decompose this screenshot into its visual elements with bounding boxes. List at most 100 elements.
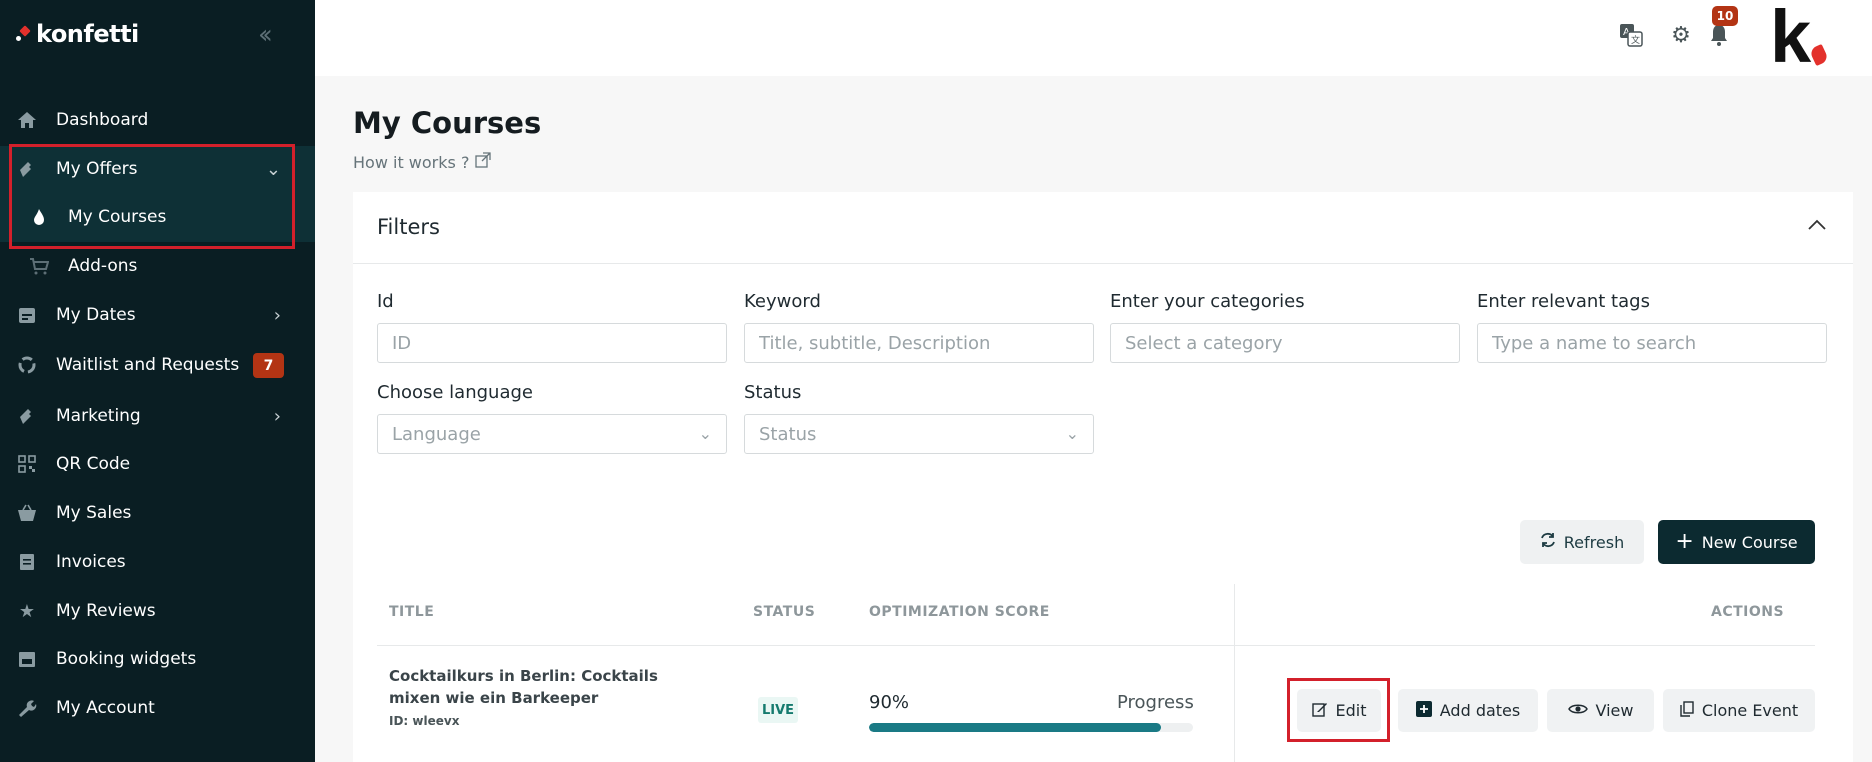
sidebar: konfetti ‹‹ Dashboard My Offers ⌄ My Cou… xyxy=(0,0,315,762)
column-header-title: TITLE xyxy=(389,604,435,620)
refresh-button[interactable]: Refresh xyxy=(1520,520,1644,564)
sidebar-item-booking-widgets[interactable]: Booking widgets xyxy=(0,637,315,681)
sidebar-item-qr-code[interactable]: QR Code xyxy=(0,442,315,486)
language-select-value: Language xyxy=(392,423,481,445)
konfetti-logo[interactable]: konfetti xyxy=(16,20,139,48)
language-select[interactable]: Language ⌄ xyxy=(377,414,727,454)
cart-icon xyxy=(28,255,50,277)
view-label: View xyxy=(1595,701,1634,720)
categories-label: Enter your categories xyxy=(1110,291,1305,312)
sidebar-item-label: QR Code xyxy=(56,454,131,474)
sidebar-item-label: Dashboard xyxy=(56,110,149,130)
sidebar-item-label: My Courses xyxy=(68,207,167,227)
eye-icon xyxy=(1567,701,1588,720)
column-divider xyxy=(1234,584,1235,762)
translate-icon[interactable]: A文 xyxy=(1618,22,1644,48)
view-button[interactable]: View xyxy=(1547,689,1654,732)
plus-icon: + xyxy=(1675,529,1694,554)
sidebar-item-my-reviews[interactable]: ★ My Reviews xyxy=(0,589,315,633)
status-badge: LIVE xyxy=(758,697,798,723)
status-select-value: Status xyxy=(759,423,817,445)
edit-button[interactable]: Edit xyxy=(1297,689,1381,732)
filters-title: Filters xyxy=(377,215,440,239)
chevron-down-icon: ⌄ xyxy=(698,424,712,443)
invoice-icon xyxy=(16,551,38,573)
sidebar-item-waitlist[interactable]: Waitlist and Requests 7 xyxy=(0,343,315,387)
categories-input[interactable] xyxy=(1110,323,1460,363)
status-label: Status xyxy=(744,382,802,403)
id-label: Id xyxy=(377,291,394,312)
waitlist-count-badge: 7 xyxy=(253,353,284,378)
sidebar-item-my-dates[interactable]: My Dates › xyxy=(0,293,315,337)
add-dates-label: Add dates xyxy=(1439,701,1521,720)
sidebar-item-dashboard[interactable]: Dashboard xyxy=(0,98,315,142)
sidebar-item-invoices[interactable]: Invoices xyxy=(0,540,315,584)
status-select[interactable]: Status ⌄ xyxy=(744,414,1094,454)
language-label: Choose language xyxy=(377,382,533,403)
external-link-icon xyxy=(475,152,492,172)
collapse-sidebar-icon[interactable]: ‹‹ xyxy=(258,20,273,50)
tags-input[interactable] xyxy=(1477,323,1827,363)
how-it-works-link[interactable]: How it works ? xyxy=(353,152,492,172)
sidebar-item-my-sales[interactable]: My Sales xyxy=(0,491,315,535)
calendar-icon xyxy=(16,304,38,326)
sidebar-item-label: Waitlist and Requests xyxy=(56,355,240,375)
flame-icon xyxy=(28,206,50,228)
keyword-input[interactable] xyxy=(744,323,1094,363)
sidebar-item-my-courses[interactable]: My Courses xyxy=(0,195,315,239)
home-icon xyxy=(16,109,38,131)
keyword-label: Keyword xyxy=(744,291,821,312)
basket-icon xyxy=(16,502,38,524)
column-header-score: OPTIMIZATION SCORE xyxy=(869,604,1050,620)
sidebar-item-label: My Sales xyxy=(56,503,132,523)
gear-icon[interactable]: ⚙ xyxy=(1668,22,1694,48)
optimization-score-value: 90% xyxy=(869,692,910,713)
sidebar-item-label: My Reviews xyxy=(56,601,156,621)
chevron-up-icon[interactable] xyxy=(1808,215,1826,236)
edit-icon xyxy=(1311,701,1328,721)
wrench-icon xyxy=(16,697,38,719)
star-icon: ★ xyxy=(18,600,36,622)
widget-icon xyxy=(16,648,38,670)
card-divider xyxy=(353,263,1853,264)
row-divider xyxy=(377,645,1815,646)
sidebar-item-label: Booking widgets xyxy=(56,649,197,669)
chevron-down-icon: ⌄ xyxy=(1065,424,1079,443)
progress-bar-fill xyxy=(869,723,1161,732)
new-course-label: New Course xyxy=(1701,532,1798,552)
sidebar-item-marketing[interactable]: Marketing › xyxy=(0,394,315,438)
course-id: ID: wleevx xyxy=(389,714,460,728)
refresh-label: Refresh xyxy=(1563,532,1625,552)
id-input[interactable] xyxy=(377,323,727,363)
logo-text: konfetti xyxy=(36,20,139,48)
qr-code-icon xyxy=(16,453,38,475)
sidebar-item-my-account[interactable]: My Account xyxy=(0,686,315,730)
sidebar-item-label: Invoices xyxy=(56,552,126,572)
sidebar-item-add-ons[interactable]: Add-ons xyxy=(0,244,315,288)
sidebar-item-label: Marketing xyxy=(56,406,141,426)
clone-event-button[interactable]: Clone Event xyxy=(1663,689,1815,732)
chevron-down-icon: ⌄ xyxy=(265,158,281,180)
column-header-status: STATUS xyxy=(753,604,816,620)
page-title: My Courses xyxy=(353,106,542,140)
sidebar-item-label: My Offers xyxy=(56,159,138,179)
add-square-icon xyxy=(1415,700,1432,721)
megaphone-icon xyxy=(16,405,38,427)
add-dates-button[interactable]: Add dates xyxy=(1398,689,1538,732)
chevron-right-icon: › xyxy=(273,304,281,326)
how-it-works-label: How it works ? xyxy=(353,152,470,172)
tags-label: Enter relevant tags xyxy=(1477,291,1650,312)
new-course-button[interactable]: + New Course xyxy=(1658,520,1815,564)
logo-mark-icon xyxy=(16,27,30,41)
refresh-icon xyxy=(1540,532,1556,552)
column-header-actions: ACTIONS xyxy=(1711,604,1785,620)
sidebar-item-my-offers[interactable]: My Offers ⌄ xyxy=(0,147,315,191)
edit-label: Edit xyxy=(1335,701,1367,720)
clone-event-label: Clone Event xyxy=(1701,701,1799,720)
ticket-icon xyxy=(16,158,38,180)
sidebar-item-label: My Dates xyxy=(56,305,136,325)
notification-count-badge: 10 xyxy=(1712,6,1738,26)
course-title[interactable]: Cocktailkurs in Berlin: Cocktails mixen … xyxy=(389,665,689,709)
brand-k-logo: k xyxy=(1770,0,1812,78)
svg-text:文: 文 xyxy=(1631,34,1640,46)
